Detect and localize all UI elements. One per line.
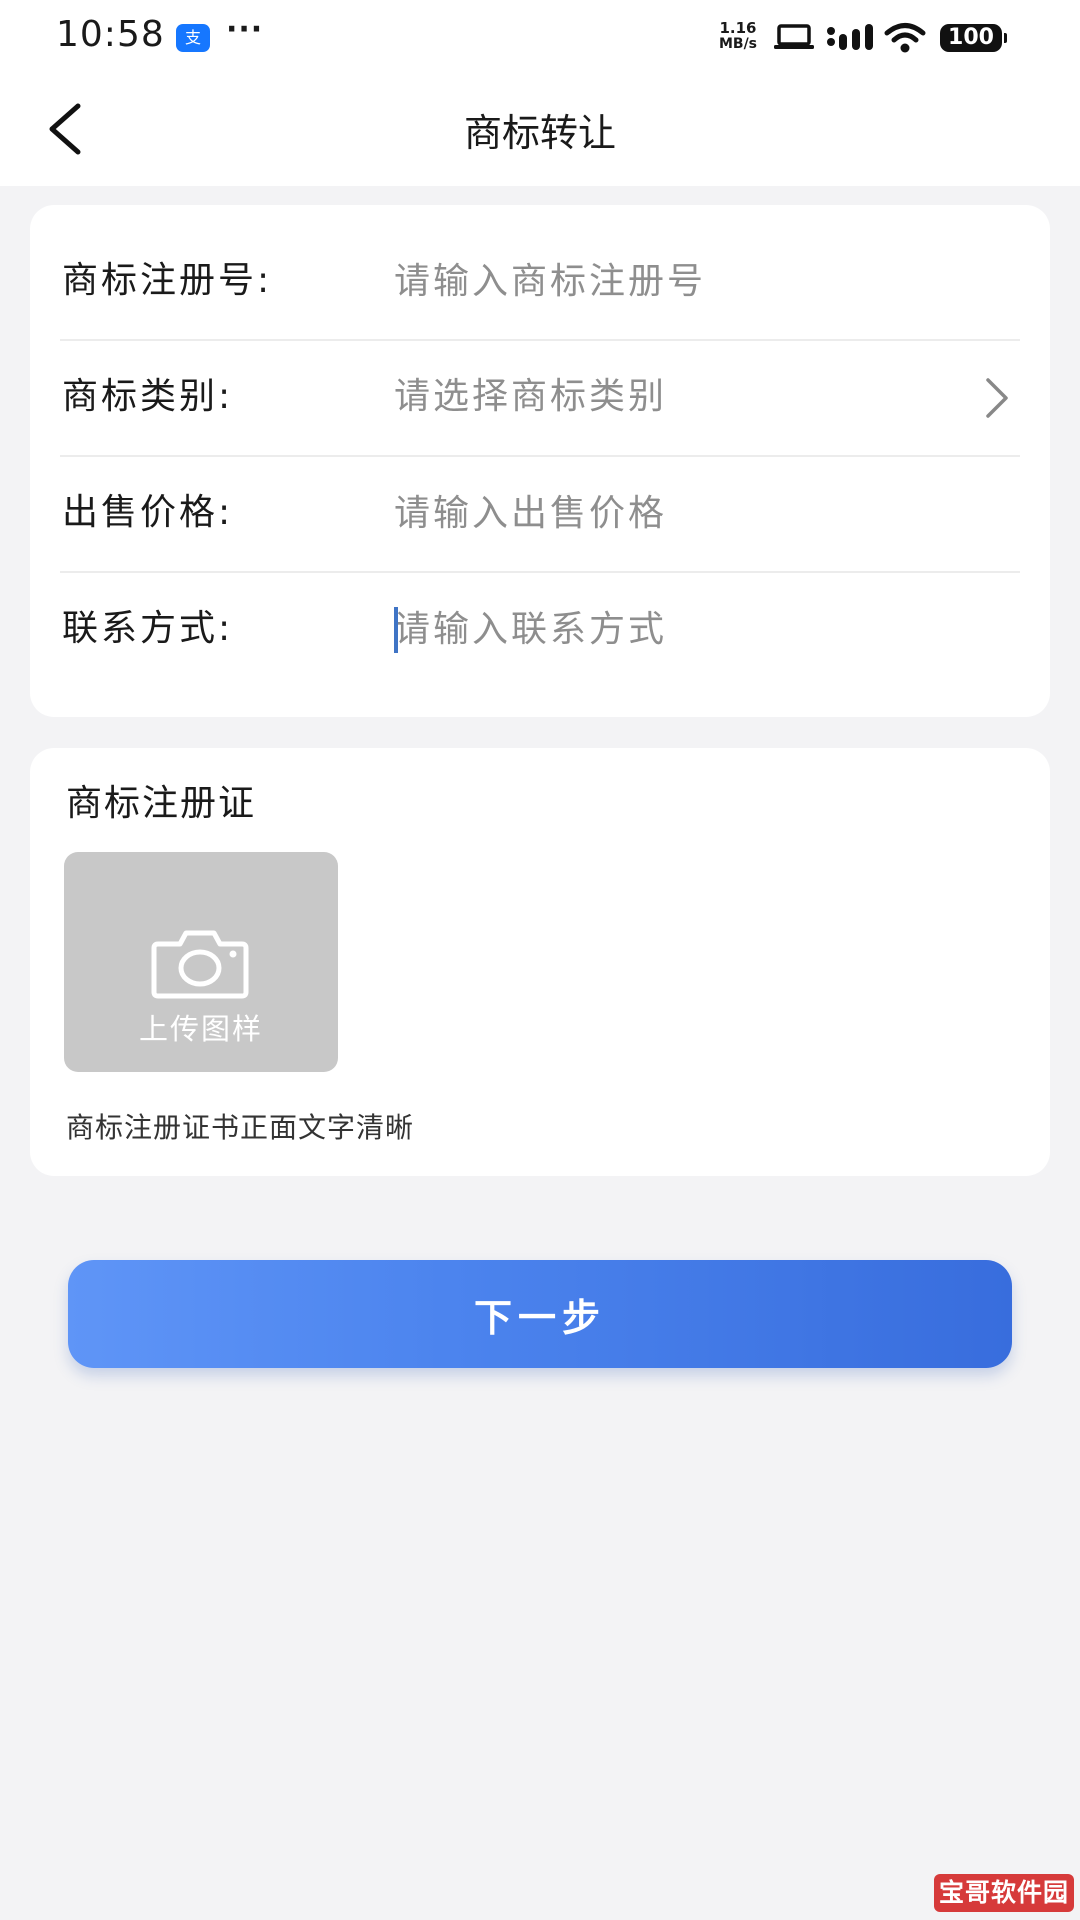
- more-dots-icon: ···: [226, 12, 264, 47]
- next-step-button[interactable]: 下一步: [68, 1260, 1012, 1368]
- camera-icon: [151, 930, 249, 999]
- network-speed-value: 1.16: [719, 19, 757, 37]
- status-time: 10:58: [56, 14, 165, 55]
- price-label: 出售价格:: [62, 492, 234, 533]
- network-speed-unit: MB/s: [718, 36, 758, 52]
- battery-indicator: 100: [940, 24, 1007, 52]
- watermark: 宝哥软件园: [934, 1874, 1074, 1912]
- status-bar: 10:58 支 ··· 1.16 MB/s 100: [0, 0, 1080, 76]
- category-label: 商标类别:: [62, 376, 234, 417]
- registration-certificate-card: 商标注册证 上传图样 商标注册证书正面文字清晰: [30, 748, 1050, 1176]
- contact-label: 联系方式:: [62, 608, 234, 649]
- signal-icon: [827, 24, 873, 50]
- form-row-category[interactable]: 商标类别: 请选择商标类别: [60, 339, 1020, 457]
- registration-number-input[interactable]: [394, 251, 994, 311]
- page-title: 商标转让: [463, 111, 616, 155]
- registration-number-label: 商标注册号:: [62, 260, 273, 301]
- chevron-right-icon: [986, 378, 1008, 418]
- wifi-icon: [884, 23, 926, 53]
- upload-hint: 商标注册证书正面文字清晰: [66, 1111, 415, 1144]
- trademark-info-form: 商标注册号: 商标类别: 请选择商标类别 出售价格: 联系方式:: [30, 205, 1050, 717]
- text-cursor: [394, 607, 398, 653]
- form-row-contact: 联系方式:: [60, 571, 1020, 687]
- upload-image-button[interactable]: 上传图样: [64, 852, 338, 1072]
- category-select[interactable]: 请选择商标类别: [394, 339, 667, 455]
- upload-label: 上传图样: [138, 1012, 263, 1046]
- network-speed: 1.16 MB/s: [710, 20, 766, 52]
- alipay-icon: 支: [176, 24, 210, 52]
- price-input[interactable]: [394, 483, 994, 543]
- form-row-registration-number: 商标注册号:: [60, 223, 1020, 341]
- section-title: 商标注册证: [66, 783, 257, 824]
- contact-input[interactable]: [394, 599, 994, 659]
- app-header: 商标转让: [0, 76, 1080, 186]
- laptop-icon: [774, 24, 814, 49]
- form-row-price: 出售价格:: [60, 455, 1020, 573]
